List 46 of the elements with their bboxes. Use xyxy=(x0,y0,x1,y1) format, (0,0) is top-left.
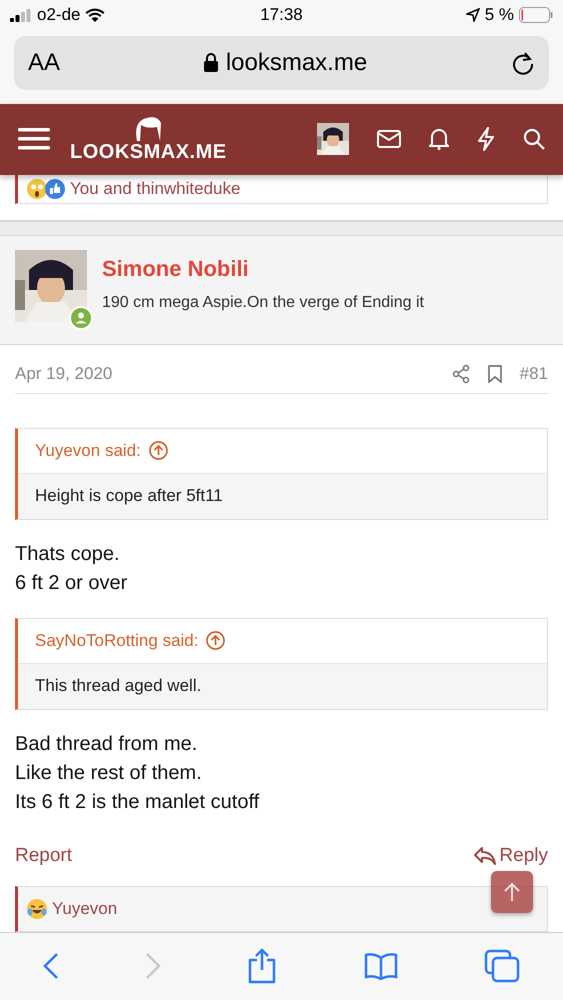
url-text: looksmax.me xyxy=(226,48,368,77)
wifi-icon xyxy=(85,8,106,22)
arrow-up-circle-icon[interactable] xyxy=(206,631,226,650)
reactions-text[interactable]: Yuyevon xyxy=(52,899,118,920)
lightning-icon[interactable] xyxy=(477,127,495,152)
reload-icon[interactable] xyxy=(510,50,535,75)
like-icon xyxy=(44,178,66,200)
back-button[interactable] xyxy=(43,952,60,980)
bookmark-icon[interactable] xyxy=(488,365,502,384)
author-name[interactable]: Simone Nobili xyxy=(102,256,424,282)
user-title: 190 cm mega Aspie.On the verge of Ending it xyxy=(102,294,424,312)
quote-text: Height is cope after 5ft11 xyxy=(34,485,224,508)
quote-author[interactable]: Yuyevon said: xyxy=(35,440,141,461)
clock-time: 17:38 xyxy=(260,4,303,25)
menu-icon[interactable] xyxy=(18,127,50,152)
post-text: Bad thread from me. Like the rest of them. Its 6 ft 2 is the manlet cutoff xyxy=(15,732,260,815)
signal-icon xyxy=(10,8,32,22)
share-button[interactable] xyxy=(247,948,278,984)
quote-text: This thread aged well. xyxy=(34,675,202,698)
site-logo[interactable]: LOOKSMAX.ME xyxy=(70,114,227,164)
quote-author[interactable]: SayNoToRotting said: xyxy=(35,630,198,651)
bell-icon[interactable] xyxy=(429,128,449,150)
mail-icon[interactable] xyxy=(377,130,401,148)
arrow-up-circle-icon[interactable] xyxy=(148,441,168,460)
laughing-emoji-icon xyxy=(26,898,48,920)
post-text: Thats cope. 6 ft 2 or over xyxy=(15,542,128,596)
reply-link[interactable]: Reply xyxy=(473,844,548,867)
report-link[interactable]: Report xyxy=(15,844,72,867)
scroll-to-top-button[interactable] xyxy=(491,870,533,913)
tabs-button[interactable] xyxy=(484,949,520,984)
battery-percent: 5 % xyxy=(484,4,514,25)
text-size-button[interactable]: AA xyxy=(28,48,60,77)
wow-emoji-icon xyxy=(26,178,48,200)
address-bar[interactable]: AA looksmax.me xyxy=(14,36,549,90)
battery-icon xyxy=(518,6,553,23)
post-date[interactable]: Apr 19, 2020 xyxy=(15,364,112,384)
post-number[interactable]: #81 xyxy=(520,364,548,384)
lock-icon xyxy=(204,53,218,72)
search-icon[interactable] xyxy=(523,128,545,150)
reply-icon xyxy=(473,846,498,866)
location-icon xyxy=(466,8,480,22)
reactions-text[interactable]: You and thinwhiteduke xyxy=(70,178,240,199)
carrier-name: o2-de xyxy=(37,4,80,25)
share-icon[interactable] xyxy=(452,364,470,384)
arrow-up-icon xyxy=(503,882,521,902)
bookmarks-button[interactable] xyxy=(364,952,398,980)
